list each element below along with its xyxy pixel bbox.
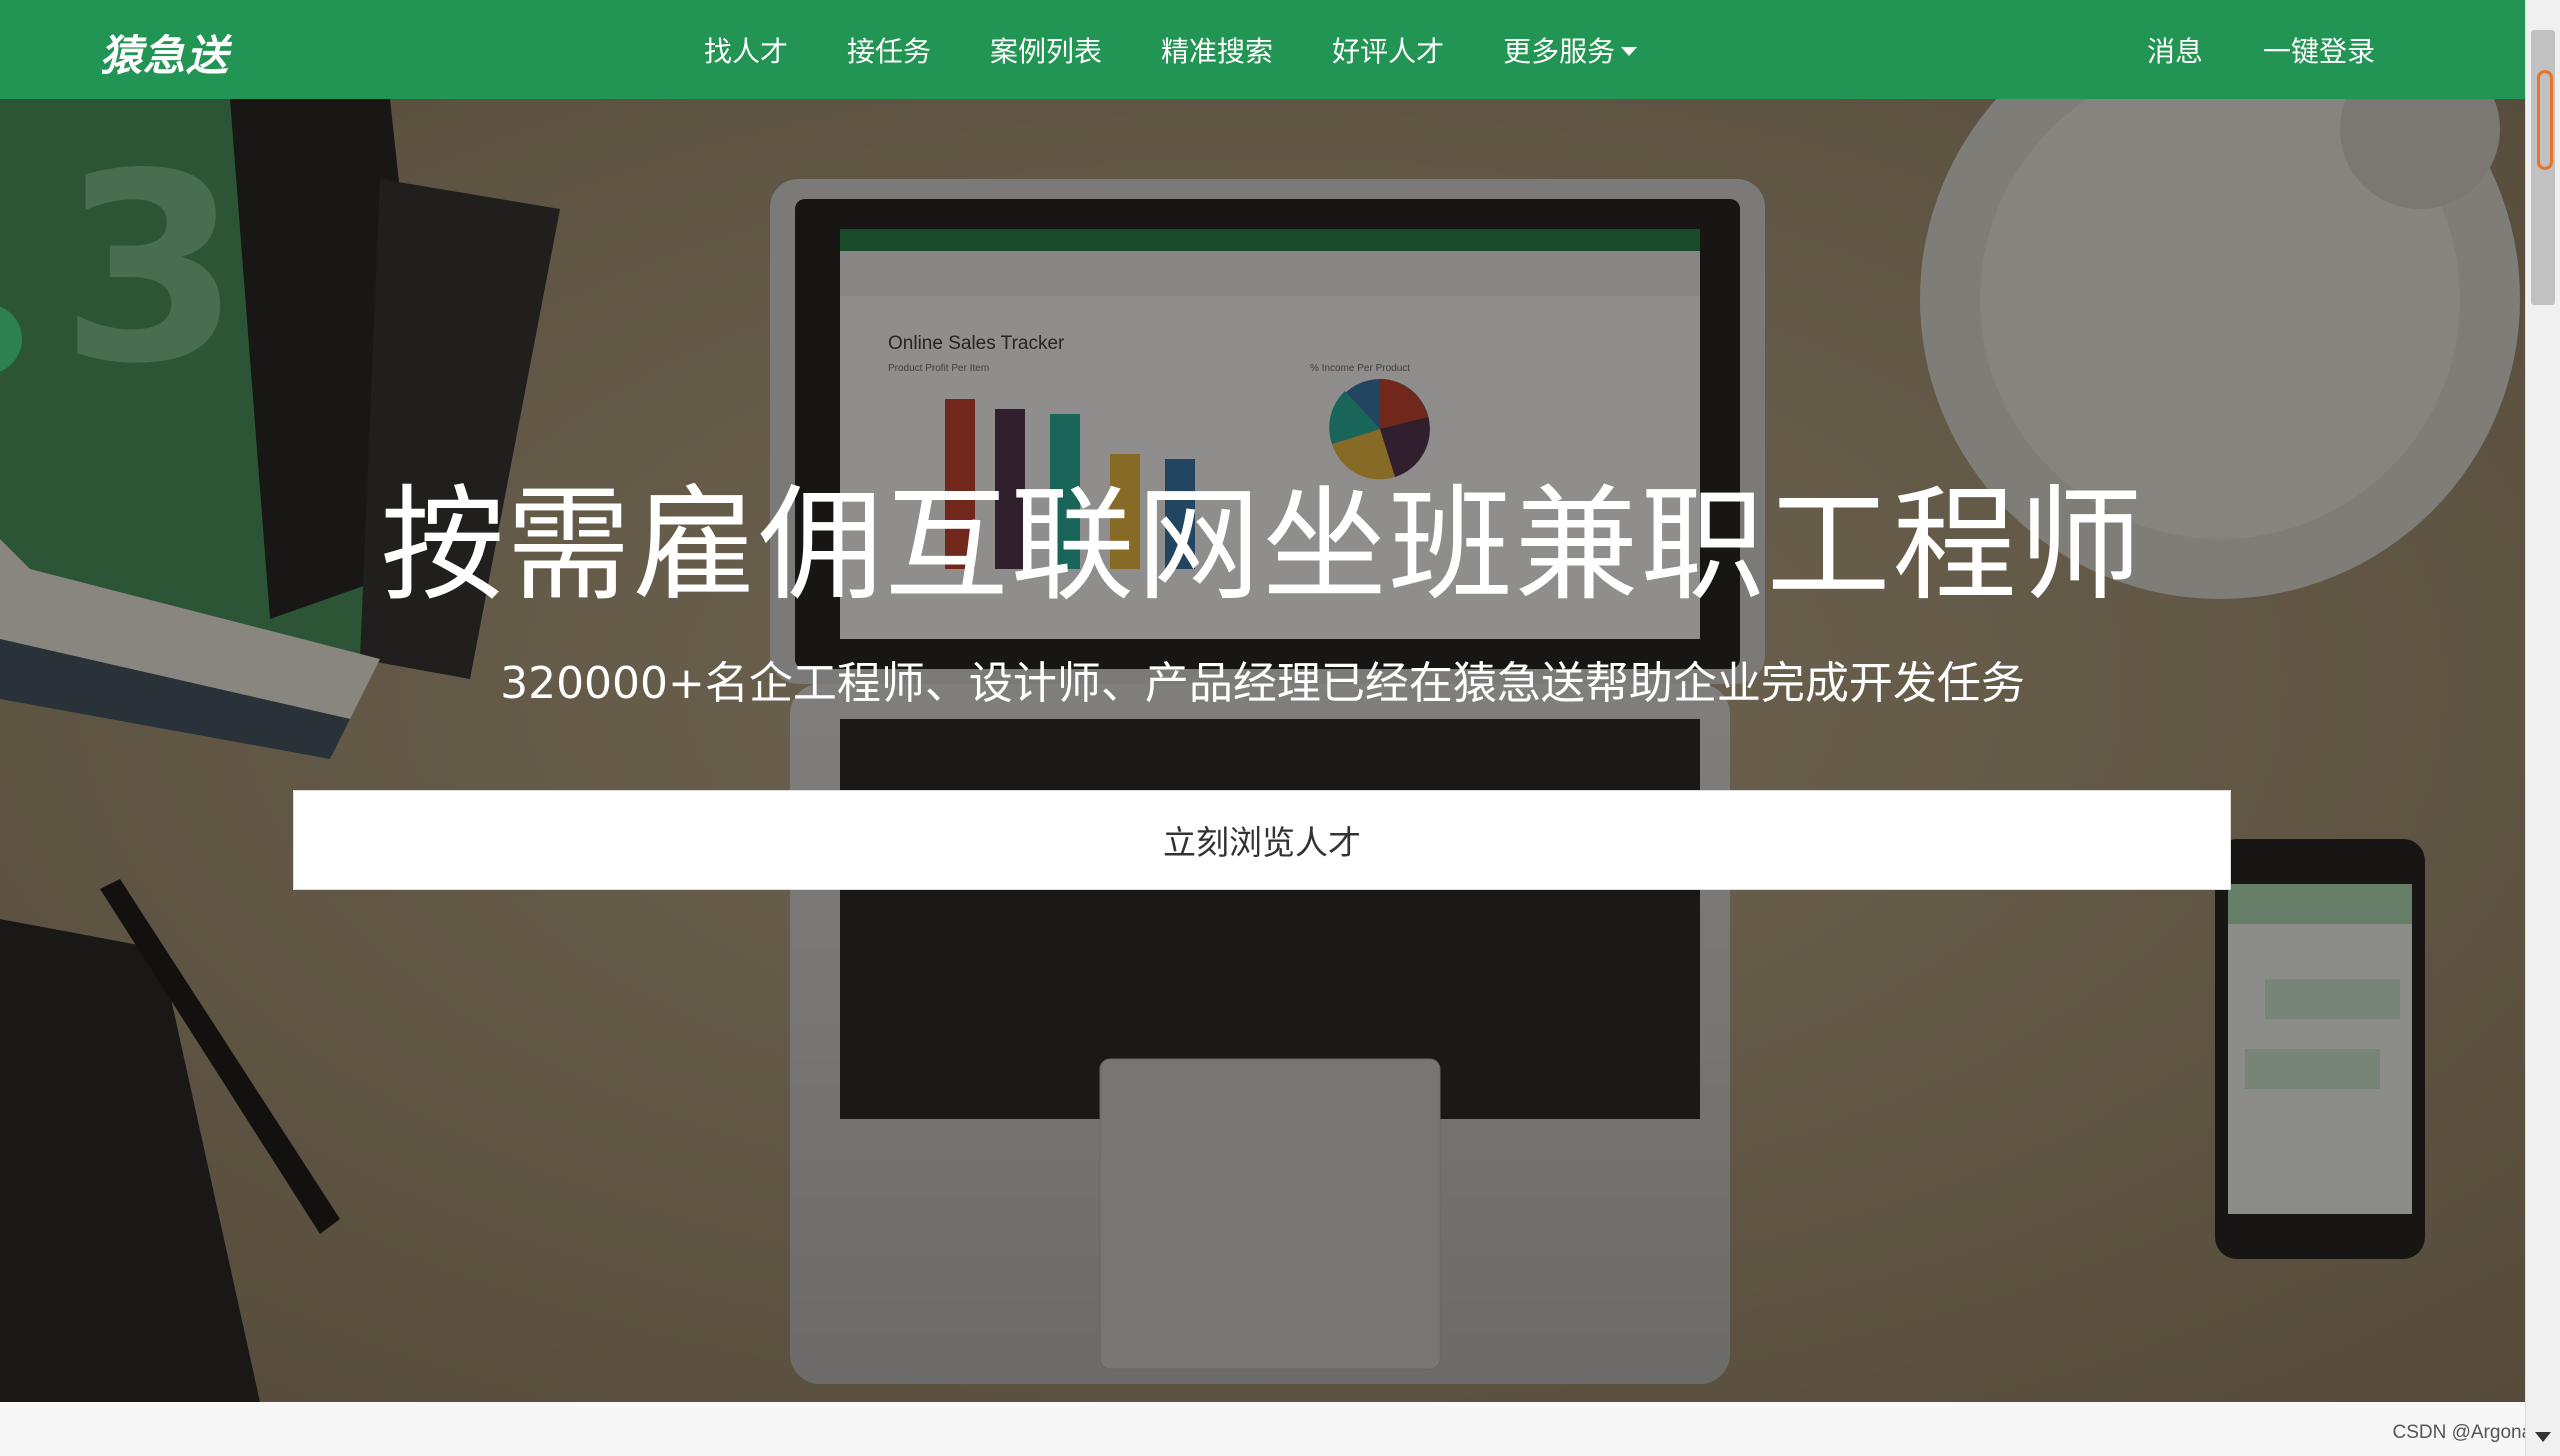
- top-navbar: 猿急送 找人才 接任务 案例列表 精准搜索 好评人才 更多服务 消息 一键登录: [0, 0, 2525, 99]
- nav-more-services-label: 更多服务: [1503, 34, 1616, 68]
- nav-right: 消息 一键登录: [2147, 0, 2375, 99]
- hero-dark-overlay: [0, 99, 2525, 1402]
- brand-logo[interactable]: 猿急送: [100, 22, 229, 83]
- page: 猿急送 找人才 接任务 案例列表 精准搜索 好评人才 更多服务 消息 一键登录: [0, 0, 2525, 1456]
- browse-talent-button[interactable]: 立刻浏览人才: [293, 790, 2231, 890]
- nav-login[interactable]: 一键登录: [2263, 30, 2375, 70]
- nav-case-list[interactable]: 案例列表: [990, 30, 1102, 70]
- vertical-scrollbar[interactable]: [2525, 0, 2560, 1456]
- nav-messages[interactable]: 消息: [2147, 30, 2203, 70]
- hero-title: 按需雇佣互联网坐班兼职工程师: [380, 474, 2145, 618]
- nav-precise-search[interactable]: 精准搜索: [1161, 30, 1273, 70]
- hero-section: 3 Online Sales Tracker Product Profit Pe…: [0, 99, 2525, 1402]
- nav-find-talent[interactable]: 找人才: [704, 30, 788, 70]
- page-bottom-strip: [0, 1402, 2525, 1456]
- nav-take-task[interactable]: 接任务: [847, 30, 931, 70]
- nav-top-rated-talent[interactable]: 好评人才: [1332, 30, 1444, 70]
- hero-subtitle: 320000+名企工程师、设计师、产品经理已经在猿急送帮助企业完成开发任务: [500, 658, 2025, 709]
- scroll-down-arrow-icon[interactable]: [2535, 1432, 2551, 1442]
- scroll-indicator-ring: [2537, 70, 2553, 170]
- caret-down-icon: [1621, 47, 1638, 56]
- nav-more-services[interactable]: 更多服务: [1503, 30, 1638, 70]
- main-nav: 找人才 接任务 案例列表 精准搜索 好评人才 更多服务: [704, 0, 1638, 99]
